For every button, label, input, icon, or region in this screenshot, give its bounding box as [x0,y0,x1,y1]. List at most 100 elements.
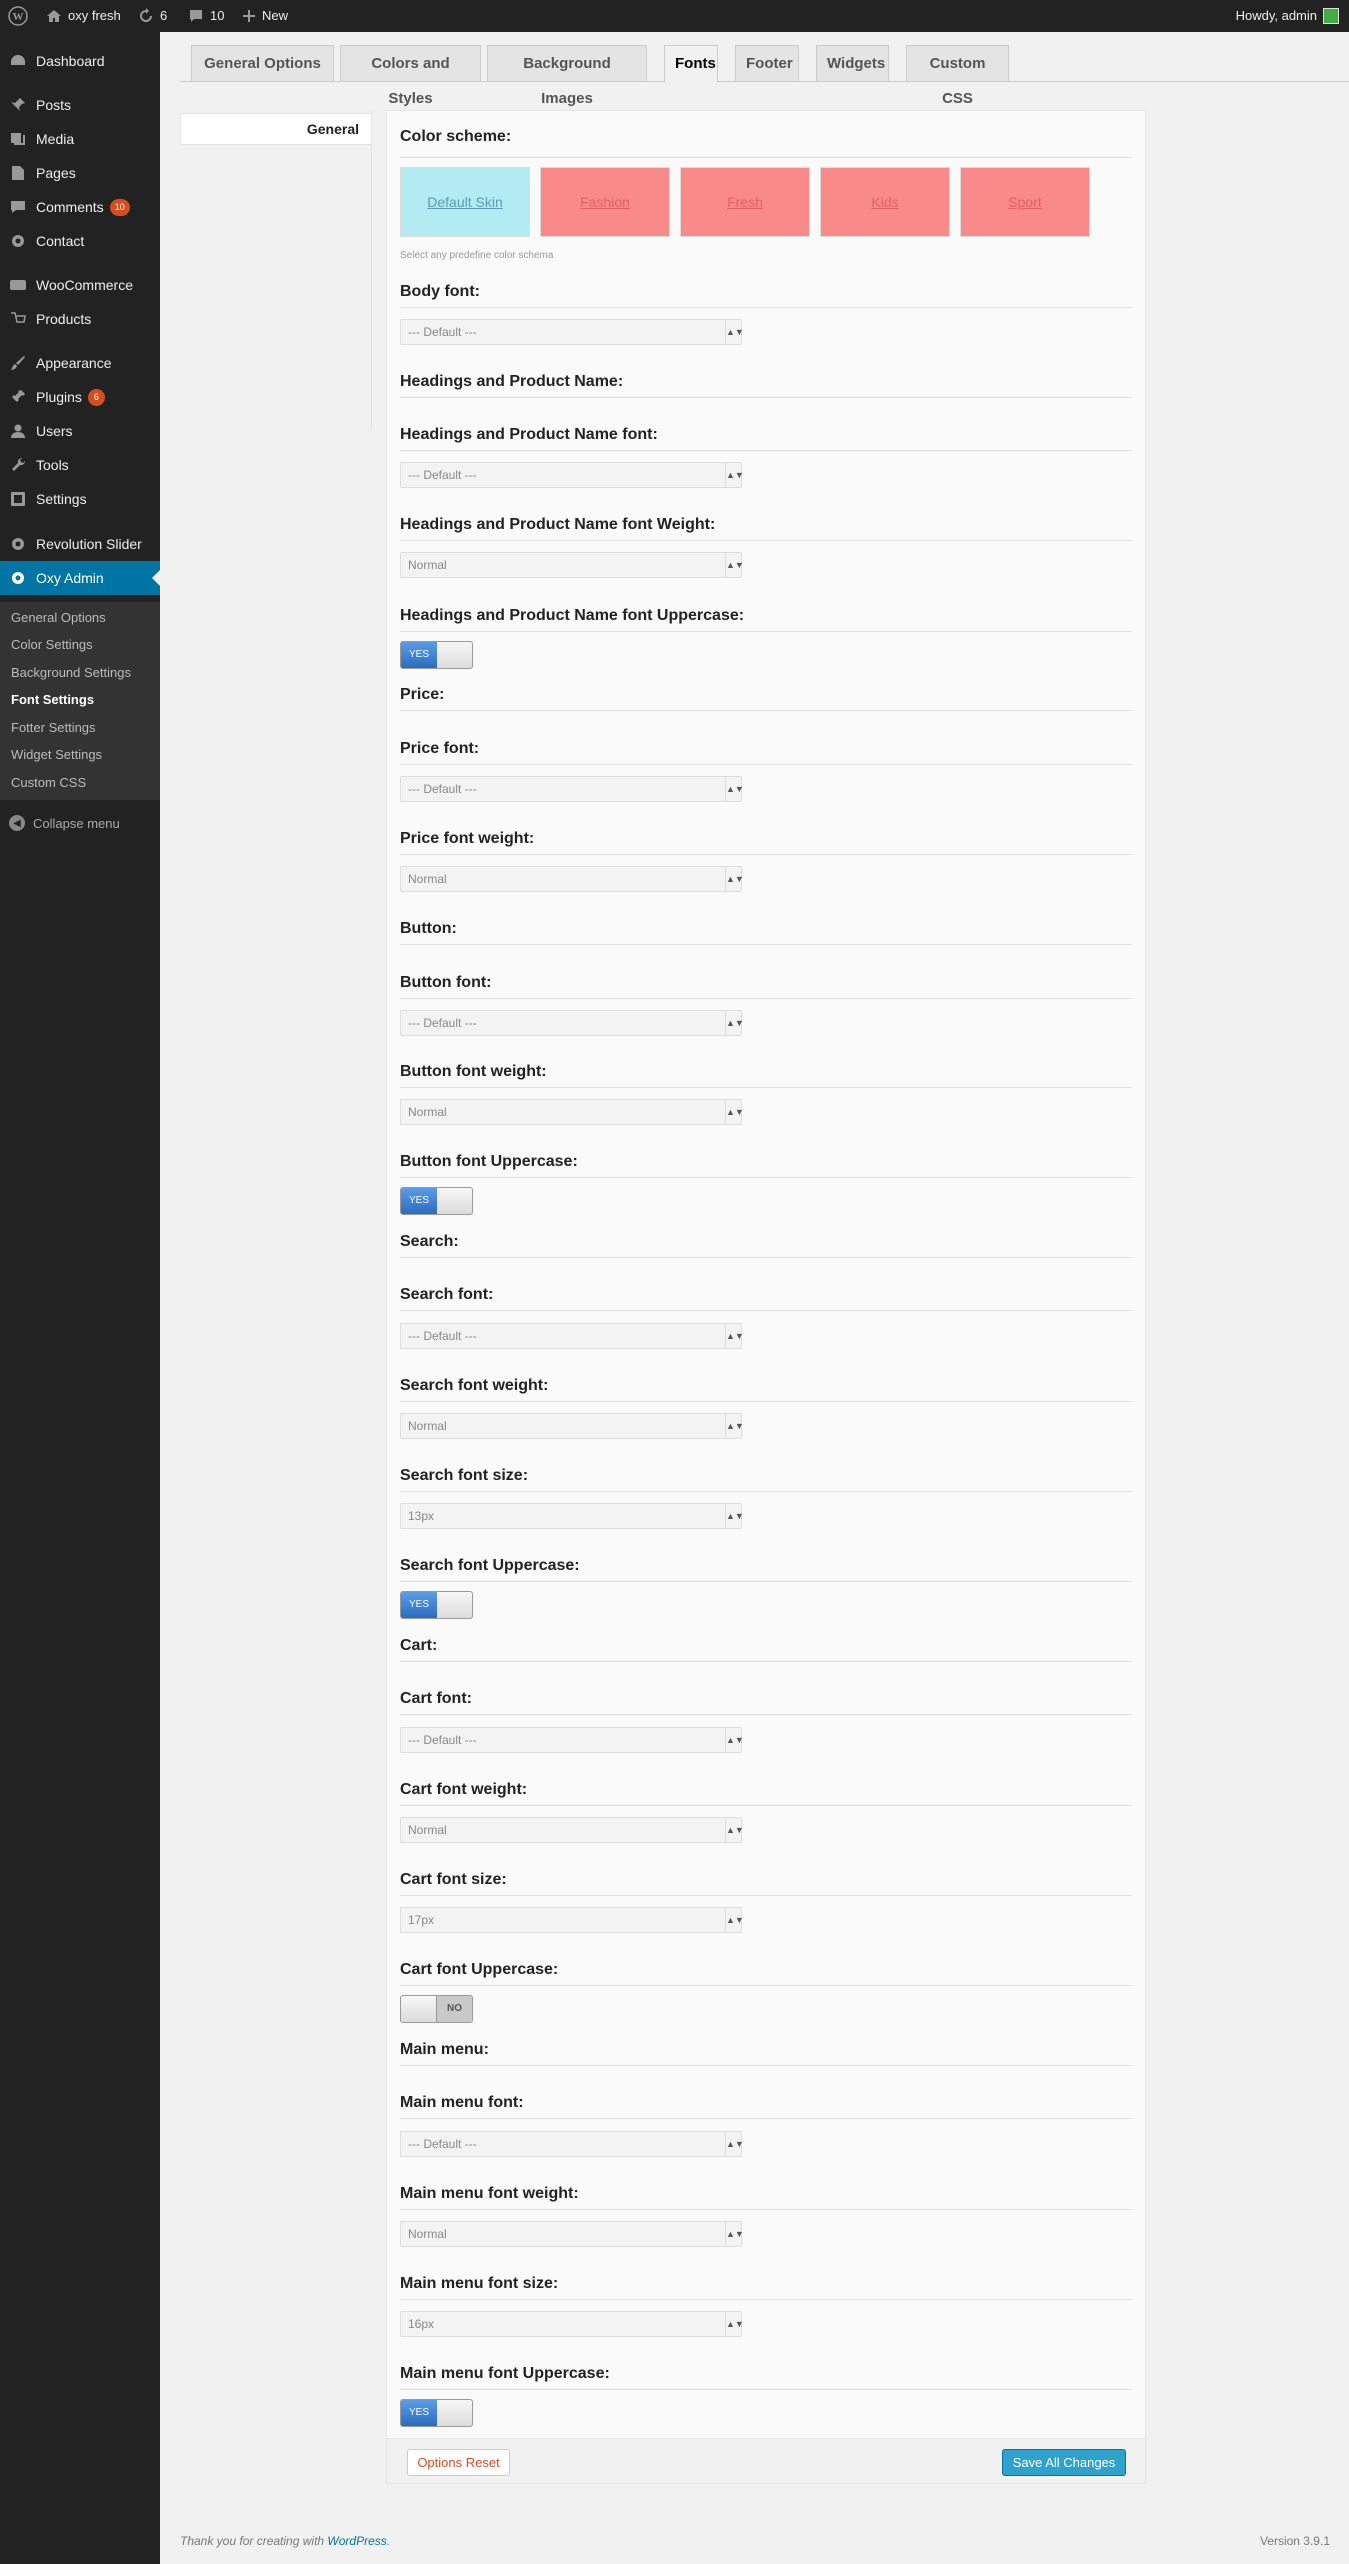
cart-size-title: Cart font size: [400,1871,507,1888]
divider [400,540,1132,541]
select-value: 17px [408,1913,435,1927]
new-content-link[interactable]: New [242,0,288,32]
dashboard-icon [0,52,36,70]
sidebar-item-label: Pages [36,165,76,181]
price-weight-select[interactable]: Normal ▲▼ [400,866,744,892]
sidebar-item-woocommerce[interactable]: WooCommerce [0,268,160,302]
cart-size-select[interactable]: 17px ▲▼ [400,1907,744,1933]
left-nav-general[interactable]: General [180,113,372,145]
divider [400,1895,1132,1896]
divider [400,944,1132,945]
tab-general-options[interactable]: General Options [191,45,334,82]
tab-custom-css[interactable]: Custom CSS [906,45,1009,107]
button-font-select[interactable]: --- Default --- ▲▼ [400,1010,744,1036]
submenu-widget-settings[interactable]: Widget Settings [11,745,102,765]
search-font-select[interactable]: --- Default --- ▲▼ [400,1323,744,1349]
comments-link[interactable]: 10 [188,0,224,32]
tab-background-images[interactable]: Background Images [487,45,647,107]
wordpress-link[interactable]: WordPress [327,2534,386,2548]
select-arrows-icon: ▲▼ [725,867,744,891]
toggle-state: YES [401,2400,437,2426]
sidebar-item-label: Products [36,311,92,327]
main-menu-uppercase-toggle[interactable]: YES [400,2399,473,2427]
fonts-panel: Color scheme: Default Skin Fashion Fresh… [386,110,1146,2484]
site-name-link[interactable]: oxy fresh [46,0,121,32]
divider [400,307,1132,308]
sidebar-item-comments[interactable]: Comments 10 [0,190,160,224]
select-value: 16px [408,2317,435,2331]
select-arrows-icon: ▲▼ [725,1818,744,1842]
headings-uppercase-toggle[interactable]: YES [400,641,473,669]
divider [400,1257,1132,1258]
sidebar-item-tools[interactable]: Tools [0,448,160,482]
sidebar-item-users[interactable]: Users [0,414,160,448]
body-font-select[interactable]: --- Default --- ▲▼ [400,319,744,345]
search-uppercase-toggle[interactable]: YES [400,1591,473,1619]
submenu-color-settings[interactable]: Color Settings [11,635,93,655]
options-reset-button[interactable]: Options Reset [407,2449,510,2476]
headings-font-select[interactable]: --- Default --- ▲▼ [400,462,744,488]
tab-colors-and-styles[interactable]: Colors and Styles [340,45,481,107]
body-font-title: Body font: [400,283,480,300]
settings-tabs: General Options Colors and Styles Backgr… [180,42,1349,107]
collapse-menu-button[interactable]: ◀ Collapse menu [0,812,160,834]
price-font-title: Price font: [400,740,480,757]
sidebar-item-settings[interactable]: Settings [0,482,160,516]
tab-fonts[interactable]: Fonts [664,45,718,83]
comments-count: 10 [210,8,225,23]
home-icon [47,10,61,22]
updates-link[interactable]: 6 [138,0,167,32]
sidebar-item-oxy-admin[interactable]: Oxy Admin [0,561,160,595]
tab-footer[interactable]: Footer [735,45,799,82]
sidebar-item-label: Contact [36,233,85,249]
my-account-link[interactable]: Howdy, admin [1236,0,1339,32]
main-menu-weight-select[interactable]: Normal ▲▼ [400,2221,744,2247]
skin-default[interactable]: Default Skin [400,167,530,237]
main-menu-font-select[interactable]: --- Default --- ▲▼ [400,2131,744,2157]
sidebar-item-dashboard[interactable]: Dashboard [0,44,160,78]
main-menu-size-select[interactable]: 16px ▲▼ [400,2311,744,2337]
skin-kids[interactable]: Kids [820,167,950,237]
search-size-select[interactable]: 13px ▲▼ [400,1503,744,1529]
sidebar-item-media[interactable]: Media [0,122,160,156]
button-uppercase-title: Button font Uppercase: [400,1153,578,1170]
color-scheme-hint: Select any predefine color schema [400,250,554,261]
headings-weight-select[interactable]: Normal ▲▼ [400,552,744,578]
submenu-fotter-settings[interactable]: Fotter Settings [11,718,96,738]
skin-fashion[interactable]: Fashion [540,167,670,237]
plugin-icon [0,388,36,406]
submenu-font-settings[interactable]: Font Settings [11,690,94,710]
tab-widgets[interactable]: Widgets [816,45,889,82]
sidebar-item-label: Settings [36,491,87,507]
submenu-general-options[interactable]: General Options [11,608,106,628]
cart-font-select[interactable]: --- Default --- ▲▼ [400,1727,744,1753]
wordpress-logo-icon[interactable]: W [8,0,28,32]
sidebar-item-appearance[interactable]: Appearance [0,346,160,380]
cart-weight-select[interactable]: Normal ▲▼ [400,1817,744,1843]
sidebar-item-plugins[interactable]: Plugins 6 [0,380,160,414]
skin-sport[interactable]: Sport [960,167,1090,237]
search-weight-title: Search font weight: [400,1377,549,1394]
refresh-icon [140,8,152,22]
skin-fresh[interactable]: Fresh [680,167,810,237]
sidebar-item-contact[interactable]: Contact [0,224,160,258]
submenu-background-settings[interactable]: Background Settings [11,663,131,683]
button-weight-select[interactable]: Normal ▲▼ [400,1099,744,1125]
sidebar-item-label: Oxy Admin [36,570,104,586]
button-uppercase-toggle[interactable]: YES [400,1187,473,1215]
sidebar-item-posts[interactable]: Posts [0,88,160,122]
cart-uppercase-toggle[interactable]: NO [400,1995,473,2023]
select-arrows-icon: ▲▼ [725,2312,744,2336]
divider [400,450,1132,451]
select-value: Normal [408,558,447,572]
price-font-select[interactable]: --- Default --- ▲▼ [400,776,744,802]
submenu-custom-css[interactable]: Custom CSS [11,773,86,793]
sidebar-item-revolution-slider[interactable]: Revolution Slider [0,527,160,561]
sidebar-item-pages[interactable]: Pages [0,156,160,190]
save-all-changes-button[interactable]: Save All Changes [1002,2449,1126,2476]
sidebar-item-label: Revolution Slider [36,536,142,552]
sidebar-item-products[interactable]: Products [0,302,160,336]
svg-text:W: W [13,11,24,23]
search-weight-select[interactable]: Normal ▲▼ [400,1413,744,1439]
admin-bar: W oxy fresh 6 10 New Howdy, admin [0,0,1349,32]
